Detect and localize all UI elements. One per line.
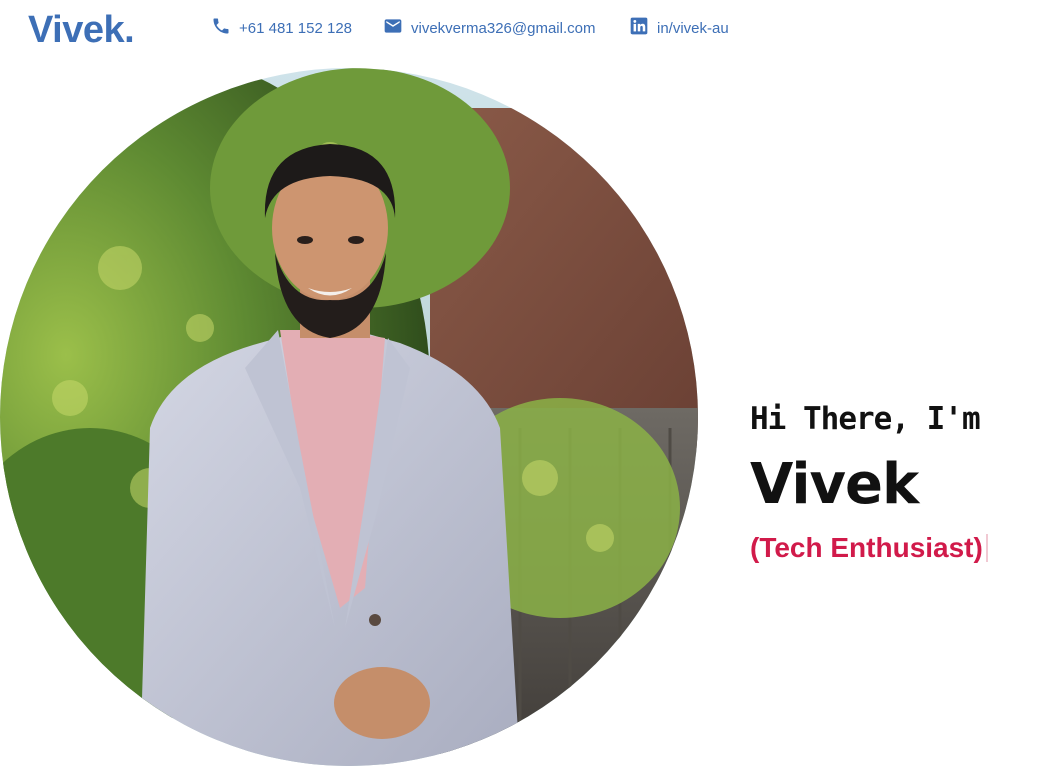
role-text: (Tech Enthusiast) (750, 532, 983, 563)
mail-icon (383, 16, 403, 36)
email-text: vivekverma326@gmail.com (411, 20, 596, 37)
portfolio-page: Vivek. +61 481 152 128 vivekverma326@gma… (0, 0, 1037, 775)
profile-photo (0, 68, 698, 766)
typing-cursor (985, 534, 988, 562)
linkedin-icon (629, 16, 649, 36)
intro: Hi There, I'm Vivek (Tech Enthusiast) (750, 396, 1030, 568)
role-line: (Tech Enthusiast) (750, 528, 1030, 568)
email-link[interactable]: vivekverma326@gmail.com (383, 18, 596, 37)
linkedin-link[interactable]: in/vivek-au (629, 17, 729, 37)
phone-text: +61 481 152 128 (239, 20, 353, 37)
phone-link[interactable]: +61 481 152 128 (211, 18, 353, 37)
logo[interactable]: Vivek. (28, 9, 135, 52)
phone-icon (211, 16, 231, 36)
hero-name: Vivek (750, 452, 919, 517)
linkedin-text: in/vivek-au (657, 20, 729, 37)
header: Vivek. +61 481 152 128 vivekverma326@gma… (0, 0, 1037, 70)
greeting: Hi There, I'm (750, 401, 981, 437)
